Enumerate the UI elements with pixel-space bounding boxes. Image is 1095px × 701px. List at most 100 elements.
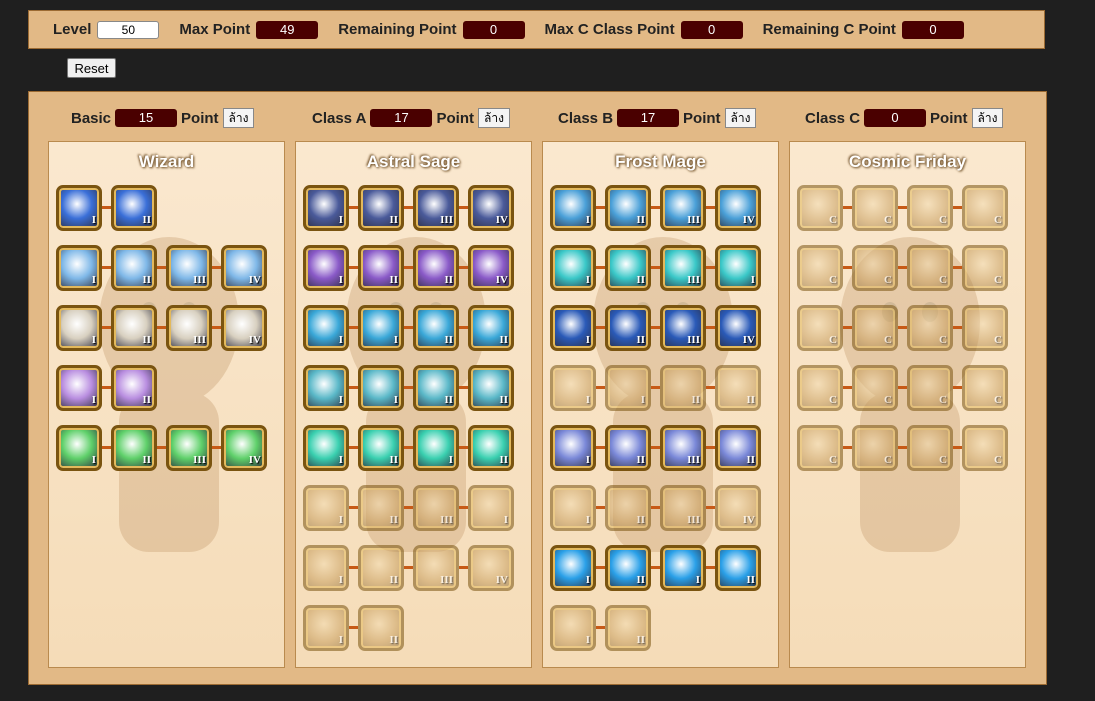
skill-icon[interactable]: I [303, 545, 349, 591]
skill-icon[interactable]: I [468, 485, 514, 531]
skill-icon[interactable]: I [56, 245, 102, 291]
skill-icon[interactable]: IV [221, 305, 267, 351]
skill-icon[interactable]: I [550, 365, 596, 411]
skill-icon[interactable]: II [605, 545, 651, 591]
skill-icon[interactable]: I [660, 545, 706, 591]
skill-icon[interactable]: I [303, 245, 349, 291]
level-input[interactable]: 50 [97, 20, 160, 39]
skill-icon[interactable]: II [111, 305, 157, 351]
skill-icon[interactable]: I [56, 305, 102, 351]
skill-icon[interactable]: II [111, 185, 157, 231]
skill-icon[interactable]: C [962, 185, 1008, 231]
skill-icon[interactable]: C [797, 245, 843, 291]
skill-icon[interactable]: C [852, 305, 898, 351]
skill-icon[interactable]: C [852, 365, 898, 411]
skill-icon[interactable]: II [715, 365, 761, 411]
skill-icon[interactable]: II [413, 365, 459, 411]
skill-icon[interactable]: IV [715, 185, 761, 231]
skill-icon[interactable]: III [166, 245, 212, 291]
skill-icon[interactable]: IV [221, 245, 267, 291]
skill-icon[interactable]: II [468, 365, 514, 411]
skill-icon[interactable]: II [605, 245, 651, 291]
skill-icon[interactable]: C [852, 185, 898, 231]
clear-button-class_a[interactable]: ล้าง [477, 108, 510, 128]
skill-icon[interactable]: IV [715, 485, 761, 531]
skill-icon[interactable]: III [660, 185, 706, 231]
skill-icon[interactable]: II [660, 365, 706, 411]
skill-icon[interactable]: II [605, 305, 651, 351]
skill-icon[interactable]: IV [715, 305, 761, 351]
skill-icon[interactable]: I [303, 365, 349, 411]
skill-icon[interactable]: II [605, 485, 651, 531]
skill-icon[interactable]: II [413, 245, 459, 291]
skill-icon[interactable]: III [660, 485, 706, 531]
skill-icon[interactable]: IV [468, 245, 514, 291]
skill-icon[interactable]: II [358, 245, 404, 291]
skill-icon[interactable]: I [715, 245, 761, 291]
skill-icon[interactable]: I [550, 425, 596, 471]
skill-icon[interactable]: II [605, 425, 651, 471]
skill-icon[interactable]: IV [468, 185, 514, 231]
skill-icon[interactable]: C [797, 305, 843, 351]
skill-icon[interactable]: C [907, 245, 953, 291]
skill-icon[interactable]: III [166, 425, 212, 471]
skill-icon[interactable]: I [358, 305, 404, 351]
skill-icon[interactable]: II [715, 425, 761, 471]
skill-icon[interactable]: C [962, 425, 1008, 471]
skill-icon[interactable]: I [303, 305, 349, 351]
skill-icon[interactable]: I [56, 425, 102, 471]
skill-icon[interactable]: I [550, 305, 596, 351]
skill-icon[interactable]: C [962, 245, 1008, 291]
skill-icon[interactable]: III [413, 545, 459, 591]
skill-icon[interactable]: II [468, 425, 514, 471]
skill-icon[interactable]: C [852, 245, 898, 291]
reset-button[interactable]: Reset [67, 58, 116, 78]
skill-icon[interactable]: II [358, 425, 404, 471]
skill-icon[interactable]: III [660, 305, 706, 351]
skill-icon[interactable]: I [550, 545, 596, 591]
skill-icon[interactable]: I [413, 425, 459, 471]
skill-icon[interactable]: C [907, 185, 953, 231]
skill-icon[interactable]: C [907, 425, 953, 471]
skill-icon[interactable]: I [56, 365, 102, 411]
skill-icon[interactable]: II [358, 185, 404, 231]
skill-icon[interactable]: C [962, 365, 1008, 411]
skill-icon[interactable]: C [797, 365, 843, 411]
skill-icon[interactable]: C [907, 365, 953, 411]
skill-icon[interactable]: I [303, 605, 349, 651]
skill-icon[interactable]: I [303, 485, 349, 531]
skill-icon[interactable]: II [111, 425, 157, 471]
skill-icon[interactable]: II [358, 605, 404, 651]
skill-icon[interactable]: II [715, 545, 761, 591]
skill-icon[interactable]: I [56, 185, 102, 231]
skill-icon[interactable]: III [660, 245, 706, 291]
skill-icon[interactable]: I [550, 485, 596, 531]
skill-icon[interactable]: C [797, 185, 843, 231]
skill-icon[interactable]: II [358, 485, 404, 531]
skill-icon[interactable]: III [660, 425, 706, 471]
skill-icon[interactable]: I [550, 245, 596, 291]
skill-icon[interactable]: C [797, 425, 843, 471]
skill-icon[interactable]: I [605, 365, 651, 411]
skill-icon[interactable]: I [550, 605, 596, 651]
skill-icon[interactable]: II [111, 245, 157, 291]
skill-icon[interactable]: C [962, 305, 1008, 351]
skill-icon[interactable]: IV [468, 545, 514, 591]
skill-icon[interactable]: I [358, 365, 404, 411]
skill-icon[interactable]: III [413, 185, 459, 231]
skill-icon[interactable]: I [303, 425, 349, 471]
skill-icon[interactable]: II [468, 305, 514, 351]
skill-icon[interactable]: II [111, 365, 157, 411]
skill-icon[interactable]: II [413, 305, 459, 351]
clear-button-basic[interactable]: ล้าง [222, 108, 255, 128]
skill-icon[interactable]: II [605, 185, 651, 231]
skill-icon[interactable]: C [907, 305, 953, 351]
clear-button-class_b[interactable]: ล้าง [724, 108, 757, 128]
skill-icon[interactable]: II [358, 545, 404, 591]
skill-icon[interactable]: C [852, 425, 898, 471]
skill-icon[interactable]: III [413, 485, 459, 531]
skill-icon[interactable]: III [166, 305, 212, 351]
clear-button-class_c[interactable]: ล้าง [971, 108, 1004, 128]
skill-icon[interactable]: IV [221, 425, 267, 471]
skill-icon[interactable]: II [605, 605, 651, 651]
